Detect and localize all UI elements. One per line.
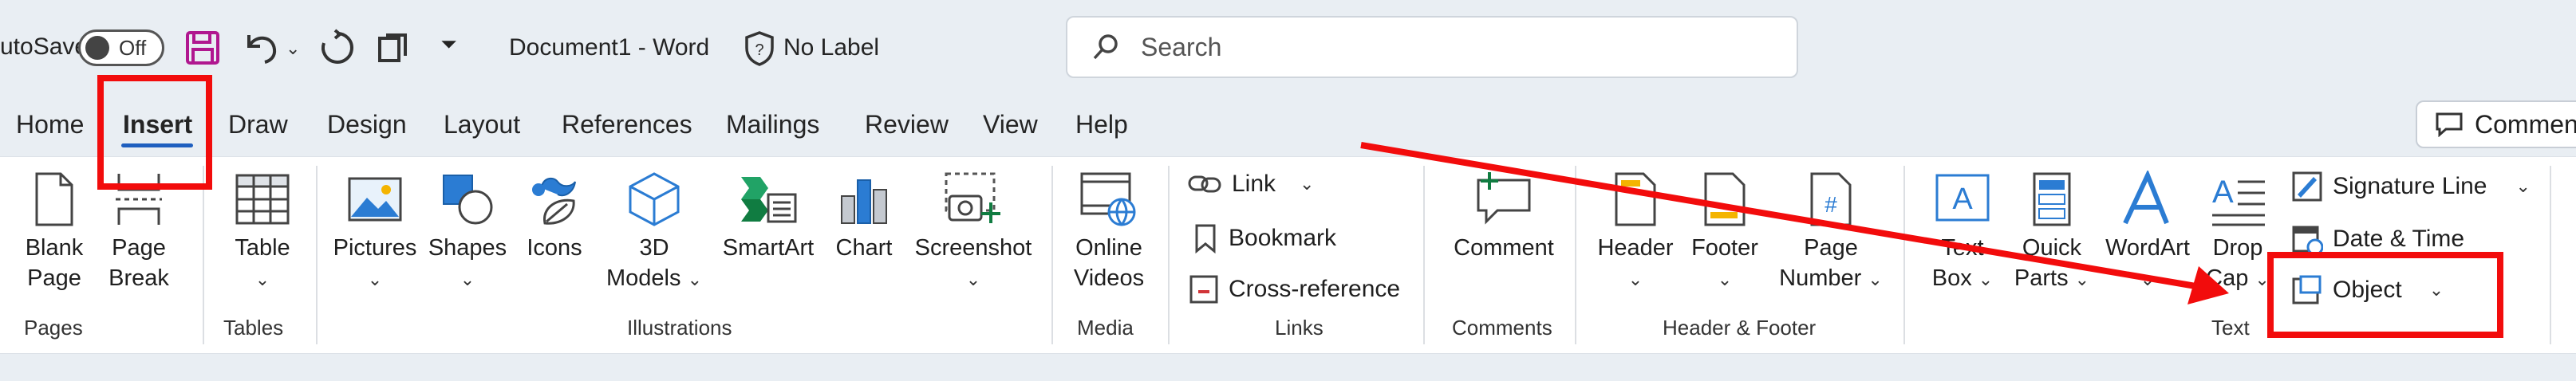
annotation-arrow: [1360, 142, 2229, 304]
